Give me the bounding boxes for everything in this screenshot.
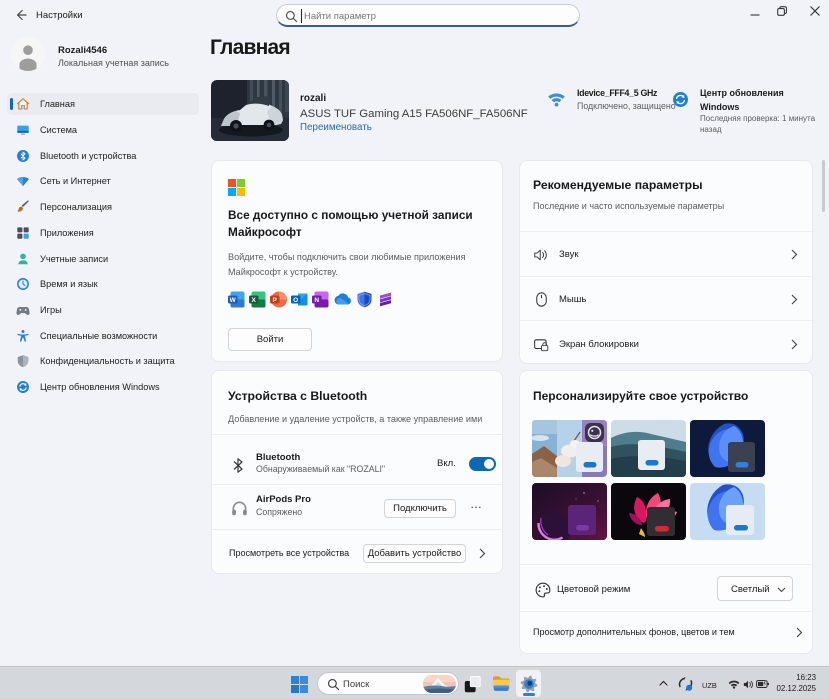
svg-text:P: P [273,297,278,304]
svg-text:W: W [230,297,237,304]
svg-text:N: N [314,297,319,304]
svg-text:O: O [293,297,298,304]
svg-text:X: X [252,297,257,304]
